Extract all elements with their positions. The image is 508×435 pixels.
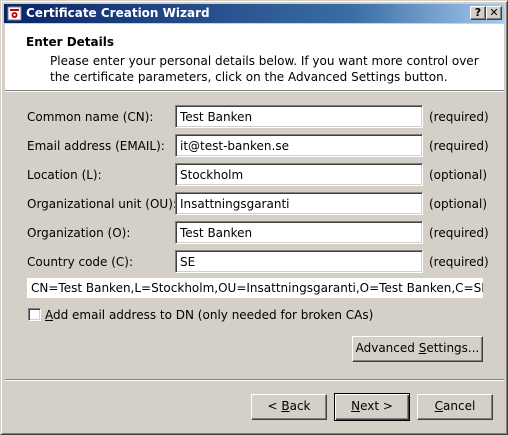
dn-preview: CN=Test Banken,L=Stockholm,OU=Insattning… — [27, 278, 483, 298]
common-name-input[interactable] — [176, 106, 422, 127]
org-unit-status: (optional) — [429, 197, 487, 211]
page-title: Enter Details — [26, 35, 115, 49]
back-button[interactable]: < Back — [251, 394, 327, 420]
org-unit-field[interactable] — [175, 192, 423, 215]
email-status: (required) — [429, 139, 489, 153]
back-label-post: ack — [289, 399, 311, 413]
advanced-settings-button[interactable]: Advanced Settings... — [352, 336, 483, 362]
country-code-status: (required) — [429, 255, 489, 269]
certificate-icon — [7, 6, 22, 21]
common-name-field[interactable] — [175, 105, 423, 128]
advanced-label-post: ettings... — [426, 341, 480, 355]
org-unit-label: Organizational unit (OU): — [27, 197, 177, 211]
cancel-label-post: ancel — [443, 399, 476, 413]
help-button[interactable]: ? — [470, 6, 486, 20]
organization-input[interactable] — [176, 222, 422, 243]
location-field[interactable] — [175, 163, 423, 186]
email-field[interactable] — [175, 134, 423, 157]
cancel-button[interactable]: Cancel — [417, 394, 493, 420]
cancel-label-accel: C — [434, 399, 444, 413]
back-label-accel: B — [281, 399, 290, 413]
page-description: Please enter your personal details below… — [50, 54, 479, 84]
back-label-pre: < — [267, 399, 282, 413]
add-email-accel: A — [45, 308, 53, 322]
close-button[interactable]: ✕ — [486, 6, 502, 20]
organization-status: (required) — [429, 226, 489, 240]
footer-separator — [5, 379, 504, 381]
country-code-label: Country code (C): — [27, 255, 134, 269]
wizard-window: Certificate Creation Wizard ? ✕ Enter De… — [0, 0, 508, 435]
email-input[interactable] — [176, 135, 422, 156]
location-label: Location (L): — [27, 168, 102, 182]
organization-field[interactable] — [175, 221, 423, 244]
location-input[interactable] — [176, 164, 422, 185]
advanced-label-pre: Advanced — [355, 341, 419, 355]
country-code-field[interactable] — [175, 250, 423, 273]
location-status: (optional) — [429, 168, 487, 182]
next-label-post: ext > — [360, 399, 393, 413]
next-label-accel: N — [351, 399, 361, 413]
email-label: Email address (EMAIL): — [27, 139, 165, 153]
add-email-to-dn-checkbox[interactable] — [28, 308, 41, 321]
wizard-header: Enter Details Please enter your personal… — [5, 24, 504, 90]
window-title: Certificate Creation Wizard — [26, 6, 210, 20]
add-email-label-text: dd email address to DN (only needed for … — [53, 308, 374, 322]
next-button[interactable]: Next > — [334, 393, 410, 421]
title-bar[interactable]: Certificate Creation Wizard ? ✕ — [4, 4, 504, 23]
add-email-to-dn-label[interactable]: Add email address to DN (only needed for… — [45, 308, 373, 322]
country-code-input[interactable] — [176, 251, 422, 272]
header-separator — [5, 90, 504, 92]
common-name-label: Common name (CN): — [27, 110, 154, 124]
common-name-status: (required) — [429, 110, 489, 124]
organization-label: Organization (O): — [27, 226, 131, 240]
org-unit-input[interactable] — [176, 193, 422, 214]
